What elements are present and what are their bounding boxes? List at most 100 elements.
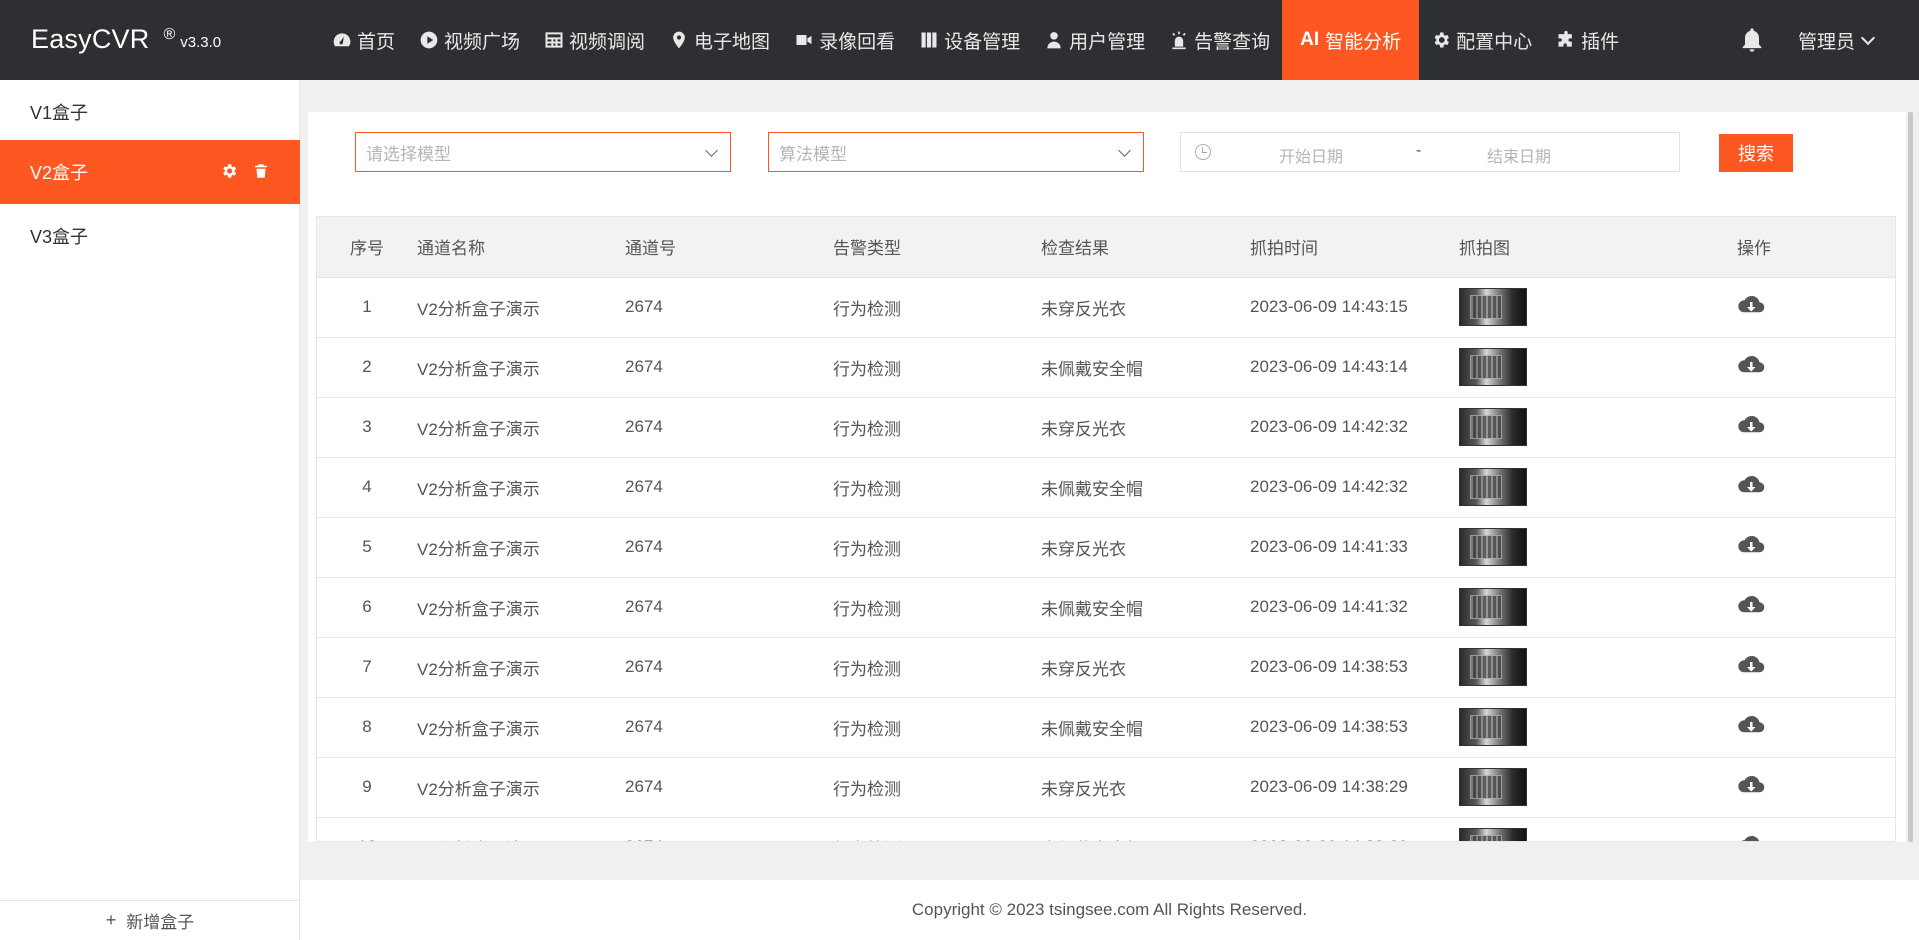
snapshot-thumbnail[interactable] <box>1459 348 1527 386</box>
sidebar-item-v2[interactable]: V2盒子 <box>0 140 300 204</box>
cell-channel-name: V2分析盒子演示 <box>417 539 540 559</box>
table-row[interactable]: 9 V2分析盒子演示 2674 行为检测 未穿反光衣 2023-06-09 14:38:2… <box>317 757 1895 817</box>
nav-item-label: 用户管理 <box>1069 31 1146 53</box>
gear-icon[interactable] <box>220 162 238 180</box>
snapshot-thumbnail[interactable] <box>1459 708 1527 746</box>
cell-snapshot <box>1459 457 1709 517</box>
model-select-placeholder: 请选择模型 <box>366 144 451 164</box>
cloud-download-icon[interactable] <box>1737 774 1765 796</box>
cell-channel-no: 2674 <box>625 417 663 436</box>
cloud-download-icon[interactable] <box>1737 834 1765 841</box>
algorithm-select[interactable]: 算法模型 <box>768 132 1144 172</box>
cell-channel-name: V2分析盒子演示 <box>417 359 540 379</box>
table-row[interactable]: 5 V2分析盒子演示 2674 行为检测 未穿反光衣 2023-06-09 14:41:3… <box>317 517 1895 577</box>
snapshot-thumbnail[interactable] <box>1459 768 1527 806</box>
table-row[interactable]: 8 V2分析盒子演示 2674 行为检测 未佩戴安全帽 2023-06-09 14:38:… <box>317 697 1895 757</box>
cloud-download-icon[interactable] <box>1737 354 1765 376</box>
cell-result: 未穿反光衣 <box>1041 779 1126 799</box>
nav-item-4[interactable]: 录像回看 <box>782 0 907 80</box>
nav-item-7[interactable]: 告警查询 <box>1157 0 1282 80</box>
snapshot-thumbnail[interactable] <box>1459 528 1527 566</box>
nav-item-5[interactable]: 设备管理 <box>907 0 1032 80</box>
table-row[interactable]: 6 V2分析盒子演示 2674 行为检测 未佩戴安全帽 2023-06-09 14:41:… <box>317 577 1895 637</box>
end-date-input[interactable]: 结束日期 <box>1487 143 1551 167</box>
cell-time: 2023-06-09 14:41:33 <box>1250 537 1408 556</box>
nav-item-0[interactable]: 首页 <box>320 0 407 80</box>
cloud-download-icon[interactable] <box>1737 594 1765 616</box>
gear-icon <box>1431 30 1451 50</box>
snapshot-thumbnail[interactable] <box>1459 408 1527 446</box>
cloud-download-icon[interactable] <box>1737 534 1765 556</box>
cell-channel-no: 2674 <box>625 297 663 316</box>
copyright-text: Copyright © 2023 tsingsee.com All Rights… <box>911 900 1308 919</box>
add-box-label: 新增盒子 <box>126 913 195 932</box>
search-button[interactable]: 搜索 <box>1719 134 1793 172</box>
cell-channel-name: V2分析盒子演示 <box>417 299 540 319</box>
snapshot-thumbnail[interactable] <box>1459 828 1527 841</box>
cell-snapshot <box>1459 577 1709 637</box>
nav-item-3[interactable]: 电子地图 <box>657 0 782 80</box>
table-row[interactable]: 7 V2分析盒子演示 2674 行为检测 未穿反光衣 2023-06-09 14:38:5… <box>317 637 1895 697</box>
cloud-download-icon[interactable] <box>1737 474 1765 496</box>
cell-result: 未穿反光衣 <box>1041 419 1126 439</box>
cell-result: 未穿反光衣 <box>1041 659 1126 679</box>
cell-channel-name: V2分析盒子演示 <box>417 659 540 679</box>
nav-item-10[interactable]: 插件 <box>1544 0 1631 80</box>
alarm-icon <box>1169 30 1189 50</box>
cell-no: 8 <box>362 717 372 736</box>
start-date-input[interactable]: 开始日期 <box>1279 143 1343 167</box>
cell-channel-no: 2674 <box>625 477 663 496</box>
table-row[interactable]: 1 V2分析盒子演示 2674 行为检测 未穿反光衣 2023-06-09 14:43:1… <box>317 277 1895 337</box>
date-range-picker[interactable]: 开始日期 - 结束日期 <box>1180 132 1680 172</box>
nav-item-8[interactable]: AI 智能分析 <box>1282 0 1420 80</box>
cell-snapshot <box>1459 337 1709 397</box>
bell-icon[interactable] <box>1738 26 1766 54</box>
cloud-download-icon[interactable] <box>1737 714 1765 736</box>
snapshot-thumbnail[interactable] <box>1459 588 1527 626</box>
footer: Copyright © 2023 tsingsee.com All Rights… <box>300 880 1919 940</box>
chevron-down-icon <box>1118 144 1131 157</box>
cell-snapshot <box>1459 277 1709 337</box>
snapshot-thumbnail[interactable] <box>1459 288 1527 326</box>
scrollbar-thumb[interactable] <box>1908 112 1913 842</box>
ai-prefix: AI <box>1300 29 1320 50</box>
nav-item-9[interactable]: 配置中心 <box>1419 0 1544 80</box>
nav-item-label: 电子地图 <box>694 31 771 53</box>
table-row[interactable]: 2 V2分析盒子演示 2674 行为检测 未佩戴安全帽 2023-06-09 14:43:… <box>317 337 1895 397</box>
snapshot-thumbnail[interactable] <box>1459 648 1527 686</box>
snapshot-thumbnail[interactable] <box>1459 468 1527 506</box>
nav-item-6[interactable]: 用户管理 <box>1032 0 1157 80</box>
cell-alarm-type: 行为检测 <box>833 719 901 739</box>
brand-version: v3.3.0 <box>180 34 222 51</box>
add-box-button[interactable]: + 新增盒子 <box>0 900 300 940</box>
table-row[interactable]: 10V2分析盒子演示2674行为检测未佩戴安全帽2023-06-09 14:38… <box>317 817 1895 841</box>
nav-item-1[interactable]: 视频广场 <box>407 0 532 80</box>
cell-time: 2023-06-09 14:43:14 <box>1250 357 1408 376</box>
cell-result: 未佩戴安全帽 <box>1041 817 1250 841</box>
cell-actions <box>1709 577 1895 637</box>
cloud-download-icon[interactable] <box>1737 294 1765 316</box>
grid-icon <box>544 30 564 50</box>
table-row[interactable]: 3 V2分析盒子演示 2674 行为检测 未穿反光衣 2023-06-09 14:42:3… <box>317 397 1895 457</box>
cell-alarm-type: 行为检测 <box>833 817 1041 841</box>
cell-time: 2023-06-09 14:42:32 <box>1250 417 1408 436</box>
cell-actions <box>1709 757 1895 817</box>
nav-item-label: 插件 <box>1581 31 1620 53</box>
cell-channel-no: 2674 <box>625 657 663 676</box>
nav-item-label: 录像回看 <box>819 31 896 53</box>
brand-logo[interactable]: EasyCVR ® v3.3.0 <box>31 24 221 54</box>
sidebar-item-v1[interactable]: V1盒子 <box>0 80 300 144</box>
cloud-download-icon[interactable] <box>1737 654 1765 676</box>
cell-result: 未佩戴安全帽 <box>1041 599 1143 619</box>
cloud-download-icon[interactable] <box>1737 414 1765 436</box>
nav-item-2[interactable]: 视频调阅 <box>532 0 657 80</box>
user-menu[interactable]: 管理员 <box>1798 0 1876 80</box>
cell-channel-no: 2674 <box>625 357 663 376</box>
cell-time: 2023-06-09 14:38:29 <box>1250 817 1459 841</box>
trash-icon[interactable] <box>252 162 270 180</box>
model-select[interactable]: 请选择模型 <box>355 132 731 172</box>
table-row[interactable]: 4 V2分析盒子演示 2674 行为检测 未佩戴安全帽 2023-06-09 14:42:… <box>317 457 1895 517</box>
chevron-down-icon <box>705 144 718 157</box>
cell-alarm-type: 行为检测 <box>833 659 901 679</box>
sidebar-item-v3[interactable]: V3盒子 <box>0 204 300 268</box>
